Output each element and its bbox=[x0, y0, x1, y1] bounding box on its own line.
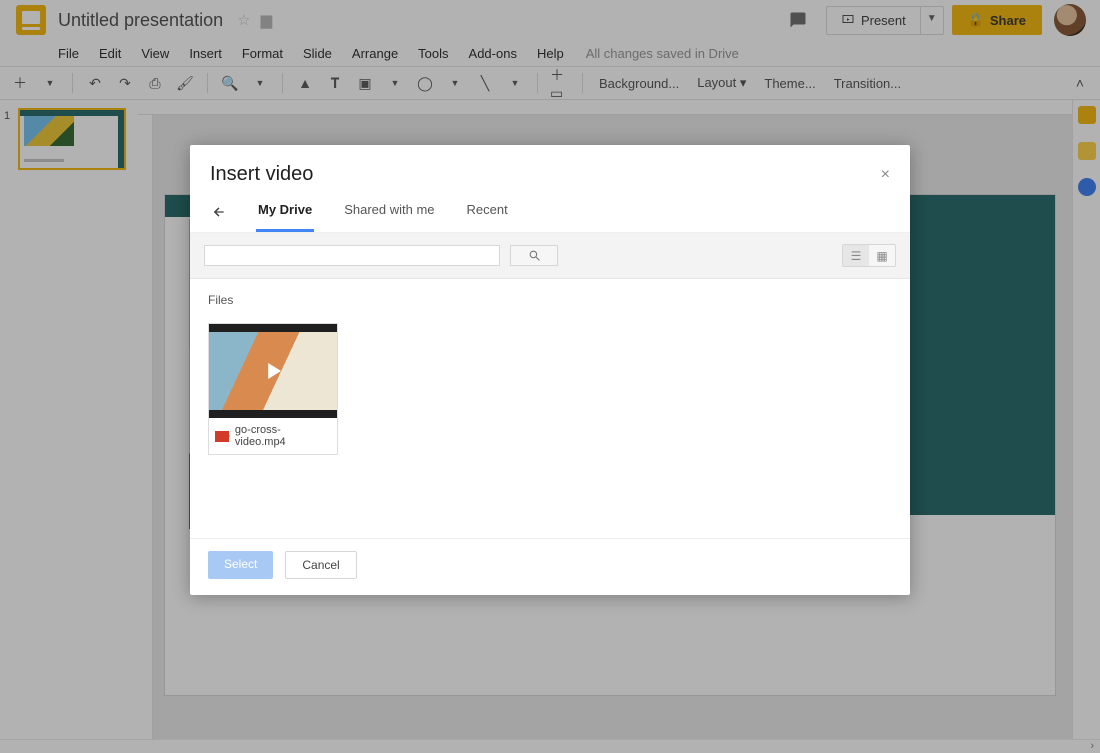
file-card[interactable]: go-cross-video.mp4 bbox=[208, 323, 338, 455]
insert-video-dialog: Insert video × My Drive Shared with me R… bbox=[190, 145, 910, 595]
video-file-icon bbox=[215, 431, 229, 442]
select-button[interactable]: Select bbox=[208, 551, 273, 579]
tab-recent[interactable]: Recent bbox=[465, 192, 510, 232]
tab-shared-with-me[interactable]: Shared with me bbox=[342, 192, 436, 232]
back-button[interactable] bbox=[210, 199, 228, 225]
back-arrow-icon bbox=[210, 205, 228, 219]
view-toggle: ☰ ▦ bbox=[842, 244, 896, 267]
modal-overlay: Insert video × My Drive Shared with me R… bbox=[0, 0, 1100, 753]
search-button[interactable] bbox=[510, 245, 558, 266]
search-input[interactable] bbox=[204, 245, 500, 266]
cancel-button[interactable]: Cancel bbox=[285, 551, 356, 579]
dialog-title: Insert video bbox=[210, 163, 313, 186]
files-section-label: Files bbox=[208, 293, 892, 307]
grid-view-icon[interactable]: ▦ bbox=[869, 245, 895, 266]
video-thumbnail bbox=[209, 324, 337, 418]
tab-my-drive[interactable]: My Drive bbox=[256, 192, 314, 232]
file-name: go-cross-video.mp4 bbox=[235, 424, 331, 448]
close-icon[interactable]: × bbox=[881, 166, 890, 184]
search-icon bbox=[528, 249, 541, 262]
list-view-icon[interactable]: ☰ bbox=[843, 245, 869, 266]
